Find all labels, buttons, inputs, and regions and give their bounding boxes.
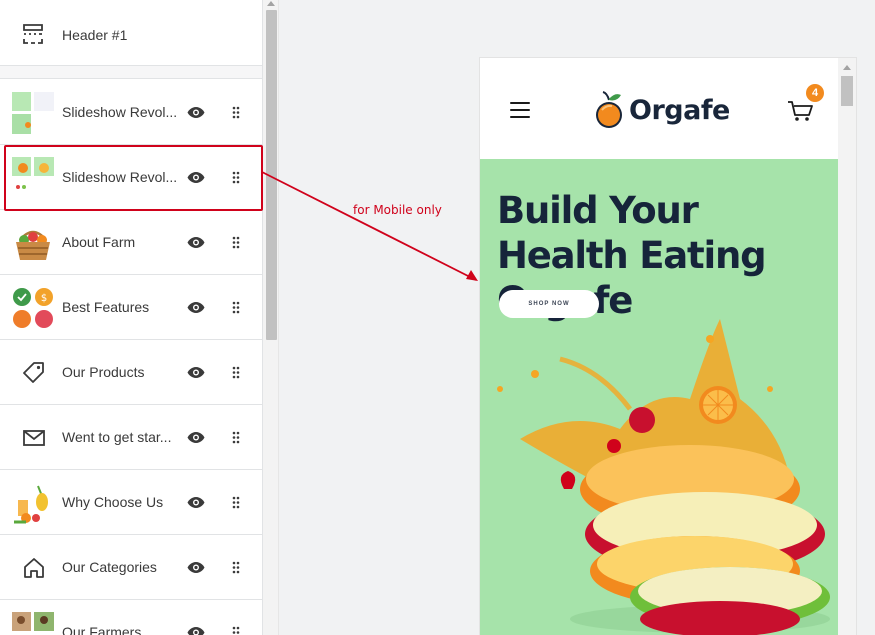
- annotation-arrow: [261, 171, 478, 281]
- drag-handle-icon[interactable]: [232, 431, 240, 444]
- header-section-row[interactable]: Header #1: [0, 0, 262, 66]
- slideshow-thumb-2: [12, 157, 54, 199]
- mobile-preview: Orgafe 4 Build Your Health Eating Orgafe…: [479, 57, 857, 635]
- eye-icon[interactable]: [187, 171, 205, 184]
- header-section-label: Header #1: [62, 27, 128, 43]
- section-row-newsletter[interactable]: Went to get star...: [0, 405, 262, 470]
- eye-icon[interactable]: [187, 106, 205, 119]
- drag-handle-icon[interactable]: [232, 106, 240, 119]
- eye-icon[interactable]: [187, 561, 205, 574]
- section-row-our-categories[interactable]: Our Categories: [0, 535, 262, 600]
- section-divider: [0, 66, 262, 79]
- sections-sidebar: Header #1 Slideshow Revol... Slideshow R…: [0, 0, 263, 635]
- section-row-slideshow-1[interactable]: Slideshow Revol...: [0, 80, 262, 145]
- header-layout-icon: [23, 24, 43, 44]
- home-icon: [24, 558, 44, 578]
- fruit-stack-image: [497, 319, 830, 635]
- drag-handle-icon[interactable]: [232, 626, 240, 635]
- section-row-about-farm[interactable]: About Farm: [0, 210, 262, 275]
- drag-handle-icon[interactable]: [232, 236, 240, 249]
- drag-handle-icon[interactable]: [232, 366, 240, 379]
- eye-icon[interactable]: [187, 366, 205, 379]
- scroll-up-arrow-icon[interactable]: [843, 65, 851, 70]
- tag-icon: [23, 362, 44, 383]
- logo-text: Orgafe: [629, 94, 730, 126]
- annotation-text: for Mobile only: [353, 203, 442, 217]
- preview-scroll-thumb[interactable]: [841, 76, 853, 106]
- eye-icon[interactable]: [187, 431, 205, 444]
- scroll-up-arrow-icon[interactable]: [267, 1, 275, 6]
- section-label: Slideshow Revol...: [62, 104, 178, 120]
- orange-logo-icon: [596, 91, 622, 128]
- sidebar-scrollbar[interactable]: [263, 0, 279, 635]
- section-row-slideshow-2[interactable]: Slideshow Revol...: [0, 145, 262, 210]
- menu-icon[interactable]: [510, 102, 530, 118]
- section-label: Slideshow Revol...: [62, 169, 178, 185]
- cart-count-badge: 4: [806, 84, 824, 102]
- section-label: Our Categories: [62, 559, 157, 575]
- drag-handle-icon[interactable]: [232, 301, 240, 314]
- svg-text:$: $: [41, 293, 47, 304]
- basket-thumb: [16, 230, 50, 260]
- eye-icon[interactable]: [187, 236, 205, 249]
- preview-scrollbar[interactable]: [838, 58, 856, 635]
- eye-icon[interactable]: [187, 496, 205, 509]
- section-row-our-farmers[interactable]: Our Farmers: [0, 600, 262, 635]
- section-label: Our Farmers: [62, 624, 142, 635]
- farmers-thumb: [12, 612, 54, 631]
- section-label: Best Features: [62, 299, 150, 315]
- fruits-thumb: [14, 485, 48, 524]
- section-label: Our Products: [62, 364, 145, 380]
- drag-handle-icon[interactable]: [232, 496, 240, 509]
- hero-slide: Build Your Health Eating Orgafe SHOP NOW: [480, 159, 838, 635]
- mobile-header: Orgafe 4: [480, 58, 838, 159]
- section-row-best-features[interactable]: $ Best Features: [0, 275, 262, 340]
- section-label: Why Choose Us: [62, 494, 164, 510]
- eye-icon[interactable]: [187, 626, 205, 635]
- features-thumb: $: [13, 288, 53, 328]
- section-label: Went to get star...: [62, 429, 172, 445]
- section-label: About Farm: [62, 234, 136, 250]
- logo[interactable]: Orgafe: [593, 88, 730, 132]
- section-row-why-choose-us[interactable]: Why Choose Us: [0, 470, 262, 535]
- drag-handle-icon[interactable]: [232, 171, 240, 184]
- slideshow-thumb-1: [12, 92, 54, 134]
- mail-icon: [23, 430, 45, 446]
- drag-handle-icon[interactable]: [232, 561, 240, 574]
- eye-icon[interactable]: [187, 301, 205, 314]
- section-row-our-products[interactable]: Our Products: [0, 340, 262, 405]
